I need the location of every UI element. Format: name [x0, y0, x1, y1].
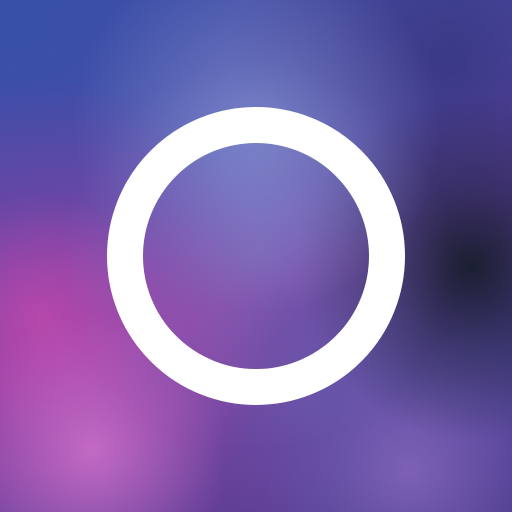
app-icon: [0, 0, 512, 512]
ring-shape: [107, 107, 405, 405]
circle-ring-icon: [107, 107, 405, 405]
